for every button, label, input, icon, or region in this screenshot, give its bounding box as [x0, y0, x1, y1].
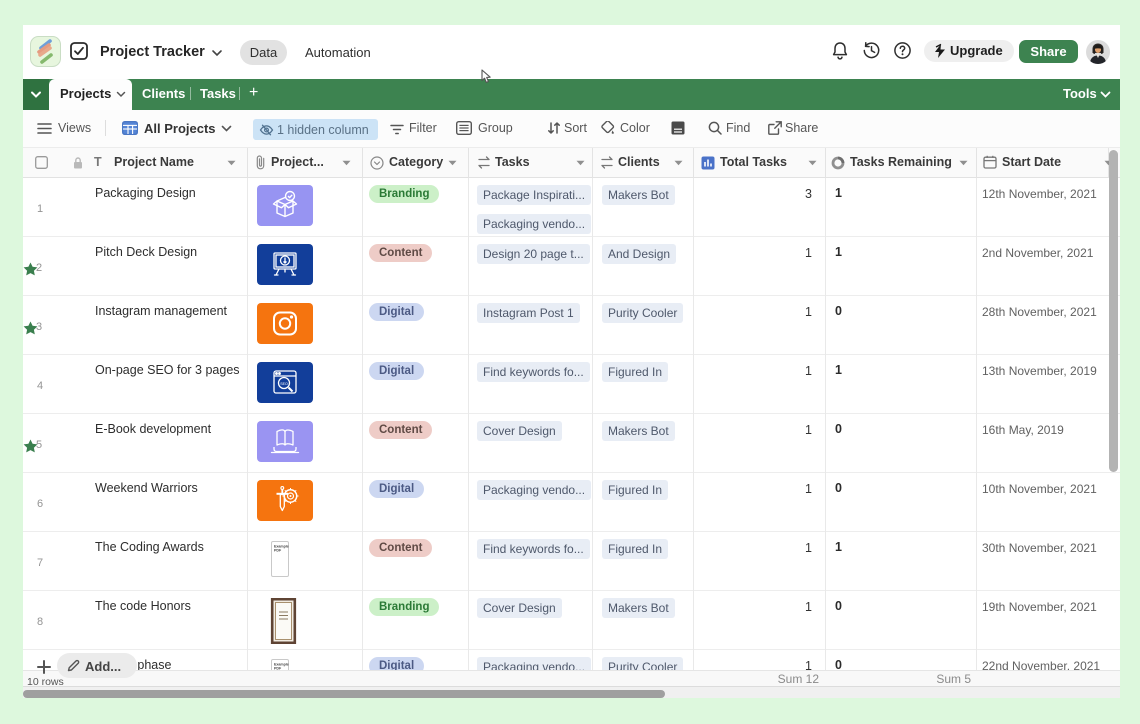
svg-text:SEO: SEO [280, 382, 288, 386]
svg-text:PDF: PDF [274, 549, 282, 553]
